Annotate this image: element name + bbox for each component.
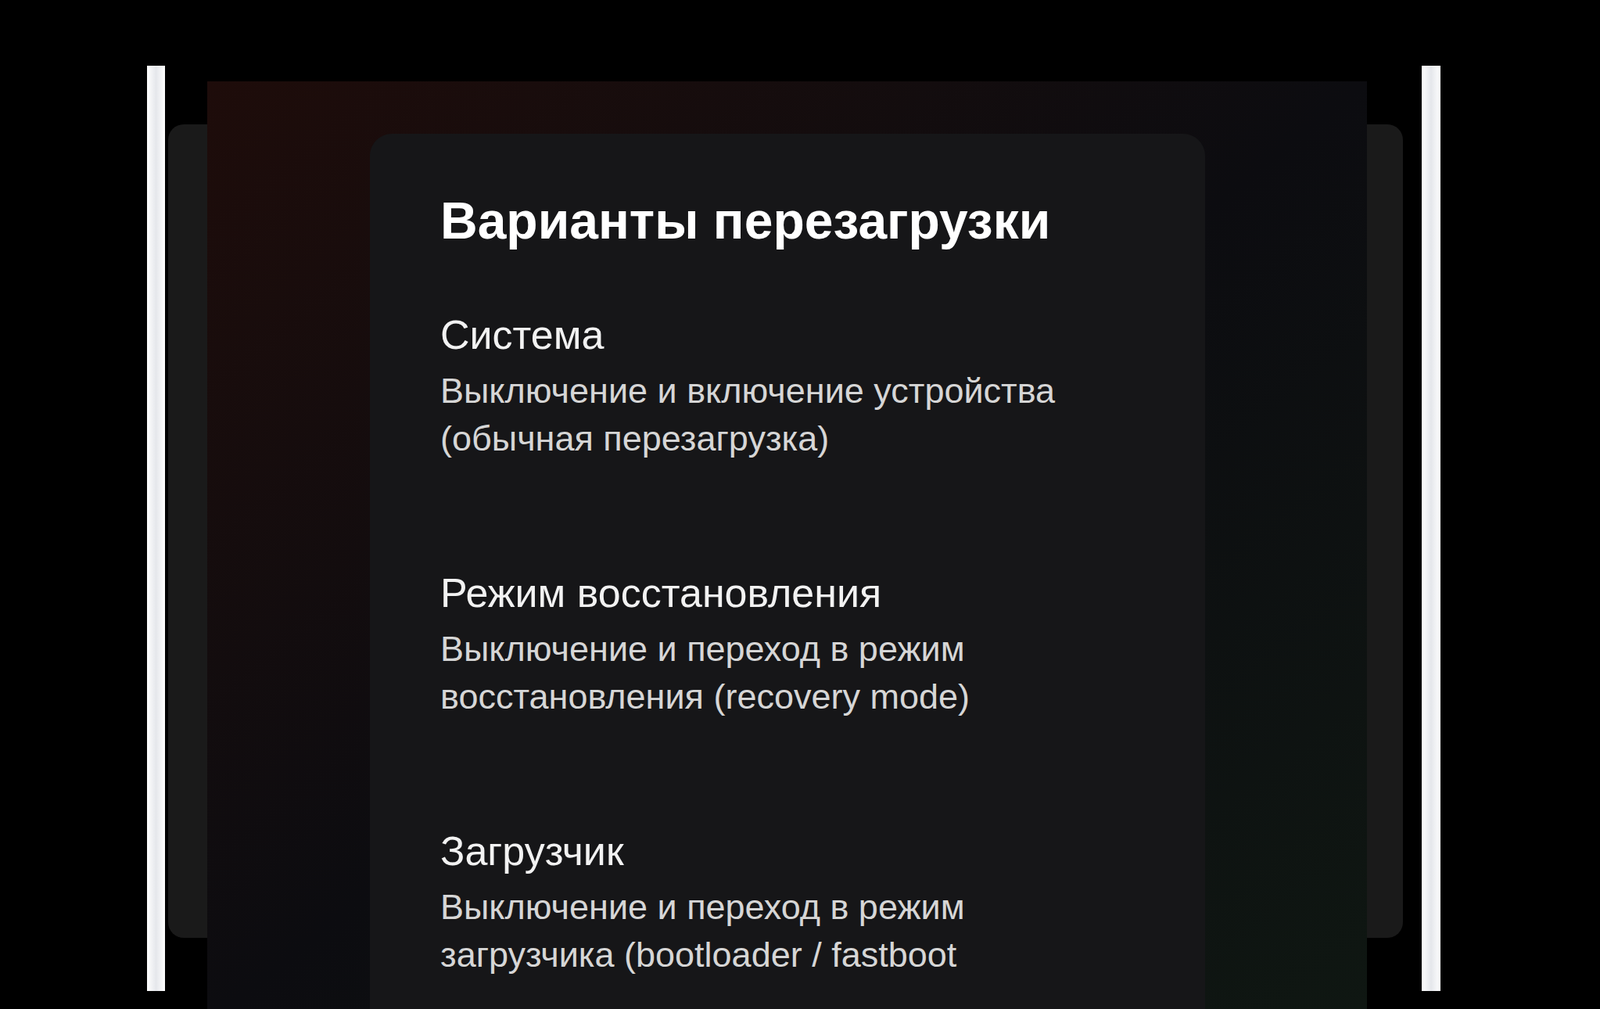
- options-list: Система Выключение и включение устройства…: [440, 310, 1135, 979]
- option-description: Выключение и переход в режим восстановле…: [440, 624, 1113, 721]
- reboot-dialog: Варианты перезагрузки Система Выключение и…: [369, 133, 1206, 1009]
- option-title: Режим восстановления: [440, 568, 1135, 618]
- wallpaper: Варианты перезагрузки Система Выключение и…: [207, 81, 1367, 1009]
- reboot-option[interactable]: Загрузчик Выключение и переход в режим за…: [440, 826, 1135, 979]
- phone-bezel-left: [168, 124, 208, 938]
- option-title: Загрузчик: [440, 826, 1135, 876]
- reboot-option[interactable]: Система Выключение и включение устройства…: [440, 310, 1135, 463]
- option-title: Система: [440, 310, 1135, 359]
- screen: Варианты перезагрузки Система Выключение и…: [0, 0, 1600, 1009]
- reboot-option[interactable]: Режим восстановления Выключение и переход…: [440, 568, 1135, 721]
- option-description: Выключение и включение устройства (обычн…: [440, 366, 1113, 463]
- option-description: Выключение и переход в режим загрузчика …: [440, 882, 1113, 979]
- dialog-title: Варианты перезагрузки: [440, 190, 1135, 252]
- phone-frame-right: [1421, 65, 1441, 991]
- phone-frame-left: [147, 65, 166, 991]
- phone-bezel-right: [1366, 124, 1403, 938]
